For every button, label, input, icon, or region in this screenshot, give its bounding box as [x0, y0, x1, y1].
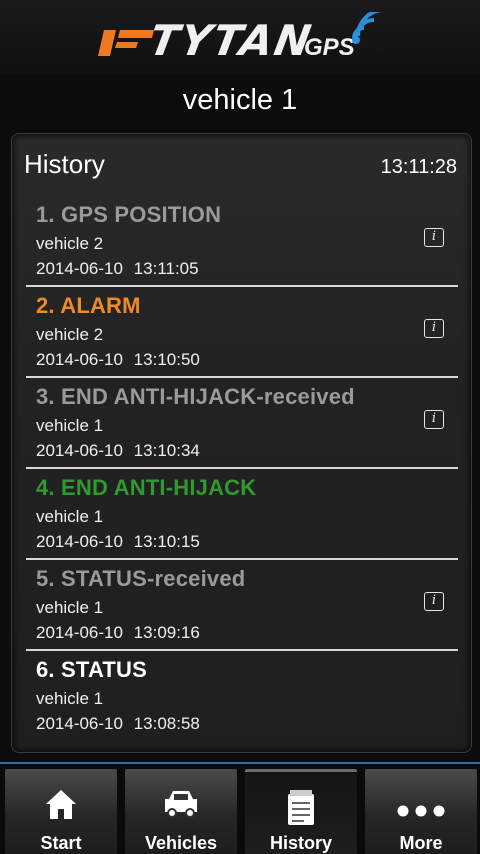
- history-item-date: 2014-06-10 13:10:15: [36, 532, 200, 551]
- history-item-date: 2014-06-10 13:09:16: [36, 623, 200, 642]
- history-item-vehicle: vehicle 2: [36, 325, 104, 344]
- info-icon[interactable]: i: [424, 410, 444, 429]
- tab-bar: Start Vehicles History More: [0, 762, 480, 854]
- home-icon: [5, 787, 117, 823]
- tab-history-label: History: [269, 833, 332, 853]
- history-item-title: 5. STATUS-received: [36, 566, 246, 591]
- more-dots-icon: [365, 787, 477, 823]
- tab-start[interactable]: Start: [5, 769, 117, 854]
- history-panel: History 13:11:28 1. GPS POSITION vehicle …: [11, 133, 472, 753]
- history-item-date: 2014-06-10 13:10:50: [36, 350, 200, 369]
- tab-vehicles-label: Vehicles: [144, 833, 218, 853]
- history-item-date: 2014-06-10 13:10:34: [36, 441, 200, 460]
- history-item-vehicle: vehicle 1: [36, 416, 104, 435]
- history-title: History: [24, 149, 105, 179]
- notepad-icon: [245, 790, 357, 826]
- history-item[interactable]: 4. END ANTI-HIJACK vehicle 1 2014-06-10 13…: [26, 469, 458, 560]
- signal-icon: [352, 12, 385, 44]
- history-item[interactable]: 5. STATUS-received vehicle 1 2014-06-10 13…: [26, 560, 458, 651]
- car-icon: [125, 787, 237, 823]
- history-time: 13:11:28: [380, 156, 457, 178]
- tab-more[interactable]: More: [365, 769, 477, 854]
- history-item-title: 6. STATUS: [36, 657, 147, 682]
- history-item-vehicle: vehicle 1: [36, 598, 104, 617]
- history-item-date: 2014-06-10 13:11:05: [36, 259, 199, 278]
- app-header: TYTAN GPS: [0, 0, 480, 75]
- history-item[interactable]: 3. END ANTI-HIJACK-received vehicle 1 2014…: [26, 378, 458, 469]
- history-item-vehicle: vehicle 1: [36, 689, 104, 708]
- info-icon[interactable]: i: [424, 592, 444, 611]
- tab-start-label: Start: [40, 833, 82, 853]
- history-item-date: 2014-06-10 13:08:58: [36, 714, 200, 733]
- history-item-title: 1. GPS POSITION: [36, 202, 222, 227]
- history-item[interactable]: 2. ALARM vehicle 2 2014-06-10 13:10:50 i: [26, 287, 458, 378]
- history-item-vehicle: vehicle 1: [36, 507, 104, 526]
- tab-vehicles[interactable]: Vehicles: [125, 769, 237, 854]
- brand-name: TYTAN: [145, 16, 317, 65]
- history-item-title: 4. END ANTI-HIJACK: [36, 475, 257, 500]
- history-item-title: 2. ALARM: [36, 293, 141, 318]
- history-item[interactable]: 6. STATUS vehicle 1 2014-06-10 13:08:58: [26, 651, 458, 742]
- brand-logo: TYTAN GPS: [98, 12, 388, 65]
- history-header: History 13:11:28: [24, 149, 457, 185]
- page-title: vehicle 1: [182, 84, 298, 116]
- info-icon[interactable]: i: [424, 228, 444, 247]
- info-icon[interactable]: i: [424, 319, 444, 338]
- history-item-title: 3. END ANTI-HIJACK-received: [36, 384, 355, 409]
- tab-history[interactable]: History: [245, 769, 357, 854]
- history-list: 1. GPS POSITION vehicle 2 2014-06-10 13:11…: [26, 196, 458, 742]
- tab-more-label: More: [399, 833, 443, 853]
- history-item[interactable]: 1. GPS POSITION vehicle 2 2014-06-10 13:11…: [26, 196, 458, 287]
- history-item-vehicle: vehicle 2: [36, 234, 104, 253]
